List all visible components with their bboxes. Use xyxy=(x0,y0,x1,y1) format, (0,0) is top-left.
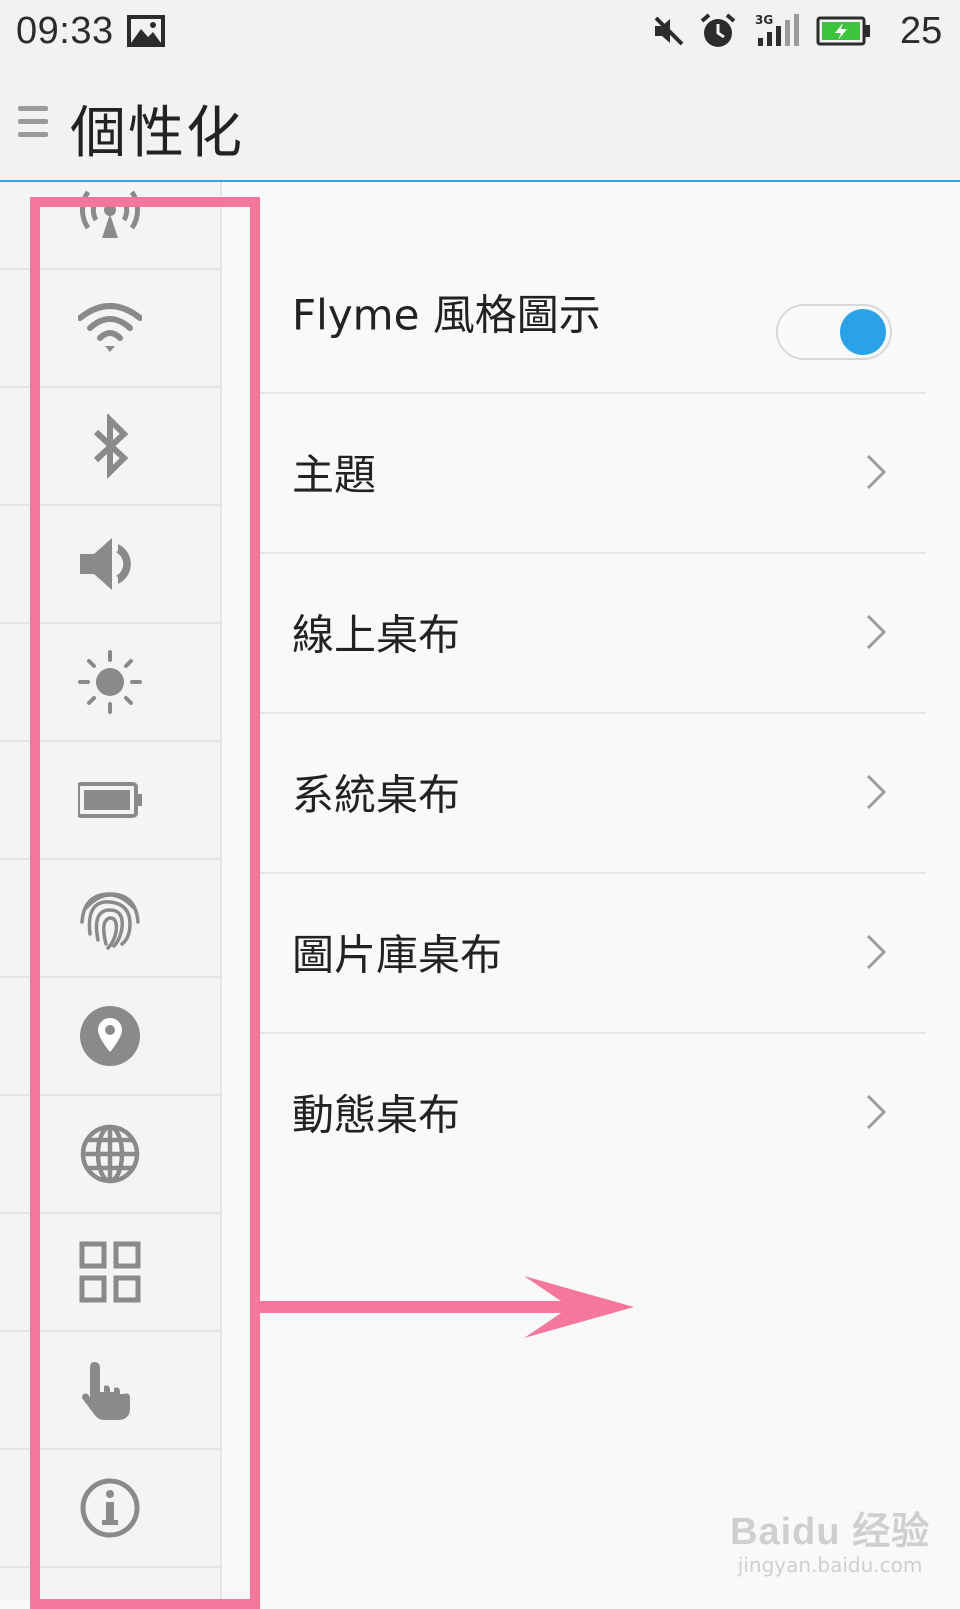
app-header: 個性化 xyxy=(0,64,960,182)
row-theme[interactable]: 主題 xyxy=(254,392,926,554)
watermark-url: jingyan.baidu.com xyxy=(737,1553,923,1577)
row-label: 線上桌布 xyxy=(292,610,461,660)
chevron-right-icon xyxy=(866,454,887,490)
row-label: 圖片庫桌布 xyxy=(292,930,503,980)
row-label: 主題 xyxy=(292,450,377,500)
watermark-brand: Baidu 经验 xyxy=(730,1511,931,1553)
watermark: Baidu 经验 jingyan.baidu.com xyxy=(730,1500,930,1577)
mute-icon xyxy=(654,16,684,46)
menu-icon[interactable] xyxy=(18,102,52,142)
chevron-right-icon xyxy=(866,614,887,650)
chevron-right-icon xyxy=(866,1094,887,1130)
highlight-box xyxy=(30,197,260,1609)
row-label: 系統桌布 xyxy=(292,770,461,820)
status-bar: 09:33 3G 25 xyxy=(0,0,960,64)
chevron-right-icon xyxy=(866,934,887,970)
battery-charging-icon xyxy=(816,16,870,46)
toggle-knob xyxy=(840,309,886,355)
row-gallery-wallpaper[interactable]: 圖片庫桌布 xyxy=(254,872,926,1034)
row-online-wallpaper[interactable]: 線上桌布 xyxy=(254,552,926,714)
status-time: 09:33 xyxy=(16,10,114,52)
pointer-arrow xyxy=(254,1276,634,1338)
row-system-wallpaper[interactable]: 系統桌布 xyxy=(254,712,926,874)
svg-text:3G: 3G xyxy=(755,13,773,27)
battery-level: 25 xyxy=(900,10,943,52)
alarm-icon xyxy=(700,13,736,47)
3g-signal-icon: 3G xyxy=(755,13,799,46)
row-live-wallpaper[interactable]: 動態桌布 xyxy=(254,1032,926,1192)
chevron-right-icon xyxy=(866,774,887,810)
flyme-icons-toggle[interactable] xyxy=(776,304,892,360)
row-label: Flyme 風格圖示 xyxy=(292,290,601,340)
page-title: 個性化 xyxy=(70,101,244,166)
row-flyme-icons[interactable]: Flyme 風格圖示 xyxy=(254,232,926,394)
row-label: 動態桌布 xyxy=(292,1090,461,1140)
image-icon xyxy=(127,15,165,47)
